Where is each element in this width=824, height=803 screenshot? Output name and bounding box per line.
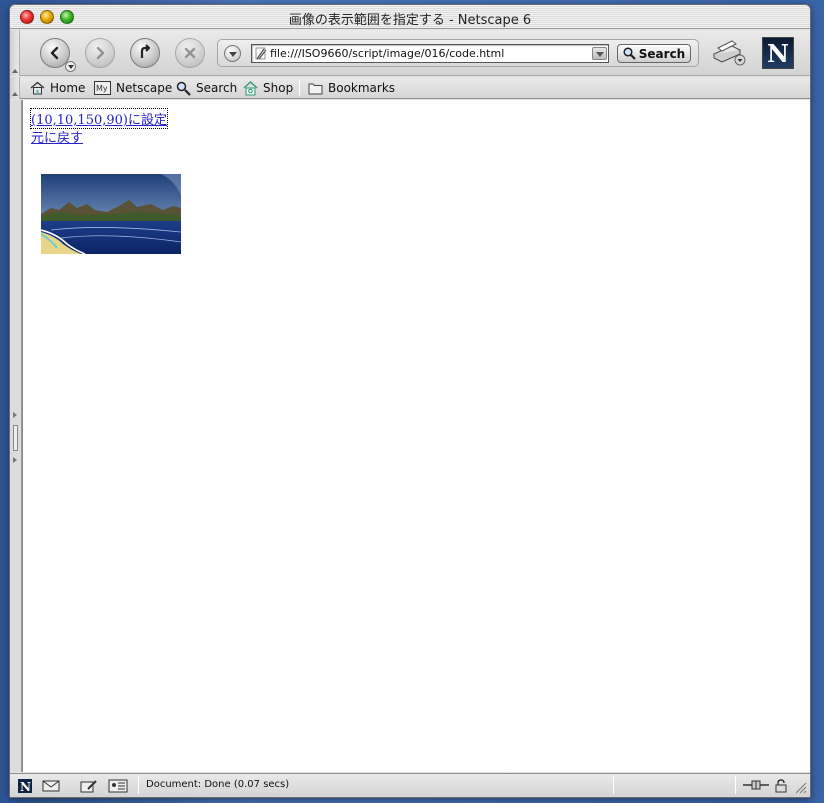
status-separator [613,776,614,794]
reload-icon [140,44,151,58]
magnifier-icon [176,81,191,96]
status-bar: N Document: Done (0.07 secs) [10,773,810,797]
toolbar-item-shop[interactable]: Shop [243,80,293,96]
resize-grip-icon[interactable] [795,782,807,794]
composer-icon[interactable] [80,779,98,793]
svg-text:N: N [20,780,31,793]
status-separator [735,776,736,794]
security-lock-icon[interactable] [775,779,787,793]
toolbar-item-label: Bookmarks [328,81,396,95]
mail-icon[interactable] [42,779,60,793]
back-history-dropdown[interactable] [65,61,76,72]
netscape-logo[interactable]: N [762,37,794,69]
toolbar-item-home[interactable]: Home [30,80,85,96]
status-separator [138,776,139,794]
url-input[interactable]: file:///ISO9660/script/image/016/code.ht… [251,44,609,63]
toolbar-item-search[interactable]: Search [176,80,237,96]
shop-icon [243,80,258,95]
address-book-icon[interactable] [108,779,128,793]
page-content: (10,10,150,90)に設定 元に戻す [22,100,810,772]
house-icon [30,81,45,95]
navigation-toolbar: file:///ISO9660/script/image/016/code.ht… [10,30,810,76]
netscape-navigator-icon[interactable]: N [18,779,32,793]
toolbar-separator [299,80,300,96]
toolbar-item-label: Home [50,81,86,95]
my-netscape-icon: My [94,81,111,95]
sidebar-splitter[interactable] [13,425,18,451]
url-history-button[interactable] [224,45,241,62]
search-button[interactable]: Search [617,44,691,63]
sidebar-expand-icon [13,412,17,418]
toolbar-item-label: Netscape [116,81,173,95]
sidebar-expand-icon [13,457,17,463]
svg-text:My: My [96,84,108,93]
sidebar-grip[interactable] [10,100,22,772]
personal-toolbar: Home My Netscape Search Shop Bookmarks [10,77,810,99]
set-clip-link[interactable]: (10,10,150,90)に設定 [30,108,168,129]
stop-button[interactable] [175,38,205,68]
folder-icon [308,83,323,94]
print-icon[interactable] [710,36,746,68]
page-proxy-icon[interactable] [255,47,267,60]
toolbar-item-bookmarks[interactable]: Bookmarks [308,80,395,96]
stop-x-icon [184,47,196,59]
window-title: 画像の表示範囲を指定する - Netscape 6 [288,13,532,28]
restore-link[interactable]: 元に戻す [31,127,83,146]
toolbar-item-label: Search [196,81,238,95]
reload-button[interactable] [130,38,160,68]
back-arrow-icon [50,46,59,60]
online-connection-icon[interactable] [743,779,769,791]
personal-toolbar-grip[interactable] [10,77,20,99]
toolbar-item-label: Shop [263,81,294,95]
search-button-label: Search [638,46,686,61]
browser-window: 画像の表示範囲を指定する - Netscape 6 file:///ISO966… [9,4,811,798]
url-bar-group: file:///ISO9660/script/image/016/code.ht… [217,39,699,67]
title-bar[interactable]: 画像の表示範囲を指定する - Netscape 6 [10,5,810,29]
magnifier-icon [623,47,636,60]
forward-button[interactable] [85,38,115,68]
toolbar-item-netscape[interactable]: My Netscape [94,80,172,96]
forward-arrow-icon [96,46,105,60]
toolbar-grip[interactable] [10,30,20,76]
url-dropdown-arrow[interactable] [592,47,607,60]
landscape-photo [41,174,181,254]
status-text: Document: Done (0.07 secs) [146,779,290,790]
